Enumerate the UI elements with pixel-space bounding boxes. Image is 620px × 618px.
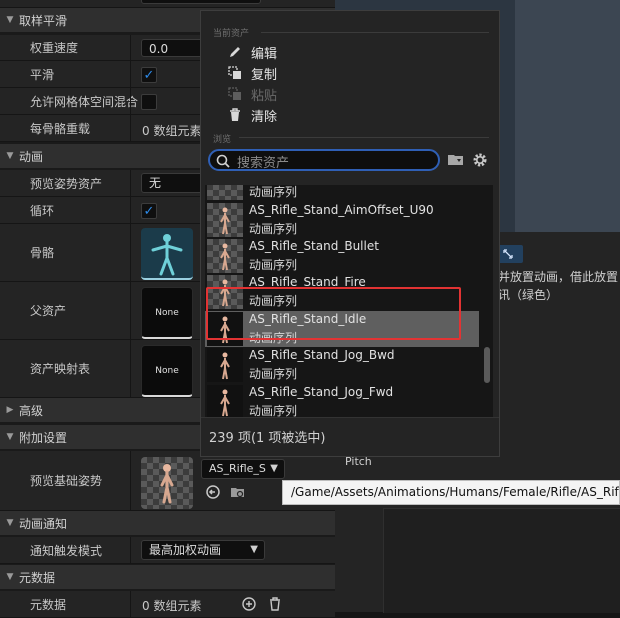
list-item[interactable]: AS_Rifle_Stand_Jog_Fwd 动画序列 [205, 384, 479, 417]
asset-mapping-thumbnail[interactable]: None [141, 345, 193, 397]
menu-edit[interactable]: 编辑 [227, 42, 277, 62]
add-element-icon[interactable] [240, 595, 258, 613]
notify-mode-dropdown[interactable]: 最高加权动画 ▼ [141, 540, 265, 560]
settings-gear-icon[interactable] [471, 151, 489, 169]
allow-mesh-space-checkbox[interactable] [141, 94, 157, 110]
chevron-down-icon: ▼ [250, 544, 258, 555]
copy-icon [227, 65, 243, 81]
asset-search-input[interactable]: 搜索资产 [208, 149, 440, 171]
viewport-help-text-2: 讯（绿色） [498, 288, 559, 302]
folder-filter-icon[interactable] [447, 151, 465, 169]
smooth-checkbox[interactable]: ✓ [141, 67, 157, 83]
chevron-down-icon: ▼ [270, 463, 278, 474]
metadata-count: 0 数组元素 [142, 599, 202, 613]
item-count-label: 239 项(1 项被选中) [209, 431, 326, 446]
section-browse: 浏览 [213, 135, 232, 145]
section-notifies[interactable]: ▼ 动画通知 [0, 511, 335, 535]
menu-paste[interactable]: 粘贴 [227, 84, 277, 104]
viewport-lower-panel [383, 508, 620, 613]
paste-icon [227, 86, 243, 102]
delete-all-icon[interactable] [266, 595, 284, 613]
collapse-arrow-icon: ▼ [6, 15, 14, 25]
list-item[interactable]: AS_Rifle_Stand_Jog_Bwd 动画序列 [205, 347, 479, 383]
asset-thumbnail [207, 185, 243, 200]
pencil-icon [227, 44, 243, 60]
menu-copy[interactable]: 复制 [227, 63, 277, 83]
per-bone-count: 0 数组元素 [142, 124, 202, 138]
section-current-asset: 当前资产 [213, 29, 250, 39]
use-selected-icon[interactable] [204, 483, 222, 501]
list-item[interactable]: AS_Rifle_Stand_Bullet 动画序列 [205, 238, 479, 274]
viewport-background-right [515, 0, 620, 232]
base-pose-dropdown[interactable]: AS_Rifle_S ▼ [201, 459, 285, 479]
row-top-partial [0, 0, 335, 8]
asset-thumbnail [207, 239, 243, 273]
picker-footer: 239 项(1 项被选中) [201, 417, 499, 456]
section-metadata[interactable]: ▼ 元数据 [0, 565, 335, 589]
expand-icon [503, 249, 513, 259]
selection-highlight-box [206, 287, 461, 340]
skeleton-thumbnail[interactable] [141, 228, 193, 280]
asset-path-tooltip: /Game/Assets/Animations/Humans/Female/Ri… [282, 480, 620, 505]
asset-picker-popup: 当前资产 编辑 复制 粘贴 清除 浏览 搜索资产 动画序列 AS_Rifle_S… [200, 10, 500, 457]
expand-arrow-icon: ▶ [6, 405, 14, 415]
parent-asset-thumbnail[interactable]: None [141, 287, 193, 339]
collapse-arrow-icon: ▼ [6, 432, 14, 442]
trash-icon [227, 107, 243, 123]
collapse-arrow-icon: ▼ [6, 151, 14, 161]
asset-thumbnail [207, 385, 243, 417]
loop-checkbox[interactable]: ✓ [141, 203, 157, 219]
menu-clear[interactable]: 清除 [227, 105, 277, 125]
collapse-arrow-icon: ▼ [6, 518, 14, 528]
browse-folder-icon[interactable] [229, 483, 247, 501]
row-metadata: 元数据 0 数组元素 [0, 591, 335, 618]
skeleton-figure-icon [151, 234, 183, 276]
top-partial-field[interactable] [141, 0, 261, 4]
list-item[interactable]: 动画序列 [205, 185, 479, 201]
row-notify-mode: 通知触发模式 最高加权动画 ▼ [0, 537, 335, 564]
list-item[interactable]: AS_Rifle_Stand_AimOffset_U90 动画序列 [205, 202, 479, 238]
preview-pose-dropdown[interactable]: 无 [141, 173, 203, 193]
asset-thumbnail [207, 203, 243, 237]
base-pose-thumbnail[interactable] [141, 457, 193, 509]
search-icon [216, 154, 230, 168]
character-figure-icon [160, 464, 174, 504]
list-scrollbar[interactable] [484, 347, 490, 383]
asset-thumbnail [207, 348, 243, 382]
viewport-help-text-1: 并放置动画，借此放置 [498, 270, 619, 284]
collapse-arrow-icon: ▼ [6, 572, 14, 582]
